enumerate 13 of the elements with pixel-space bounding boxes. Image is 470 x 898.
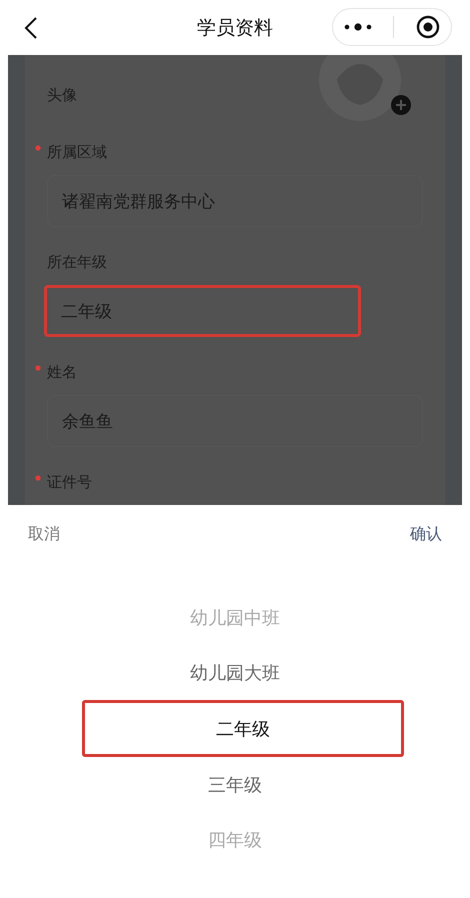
add-icon[interactable] xyxy=(391,95,411,115)
cancel-button[interactable]: 取消 xyxy=(28,524,60,544)
confirm-button[interactable]: 确认 xyxy=(410,524,442,544)
picker-option[interactable]: 幼儿园中班 xyxy=(0,590,470,645)
back-icon[interactable] xyxy=(24,16,38,38)
page-title: 学员资料 xyxy=(196,16,274,40)
picker-option[interactable]: 四年级 xyxy=(0,812,470,867)
picker-option[interactable]: 幼儿园大班 xyxy=(0,645,470,700)
picker-option[interactable]: 二年级 xyxy=(82,700,404,757)
close-icon[interactable] xyxy=(416,15,440,39)
avatar[interactable] xyxy=(319,55,401,121)
more-icon[interactable] xyxy=(344,23,372,31)
picker-option[interactable]: 三年级 xyxy=(0,757,470,812)
